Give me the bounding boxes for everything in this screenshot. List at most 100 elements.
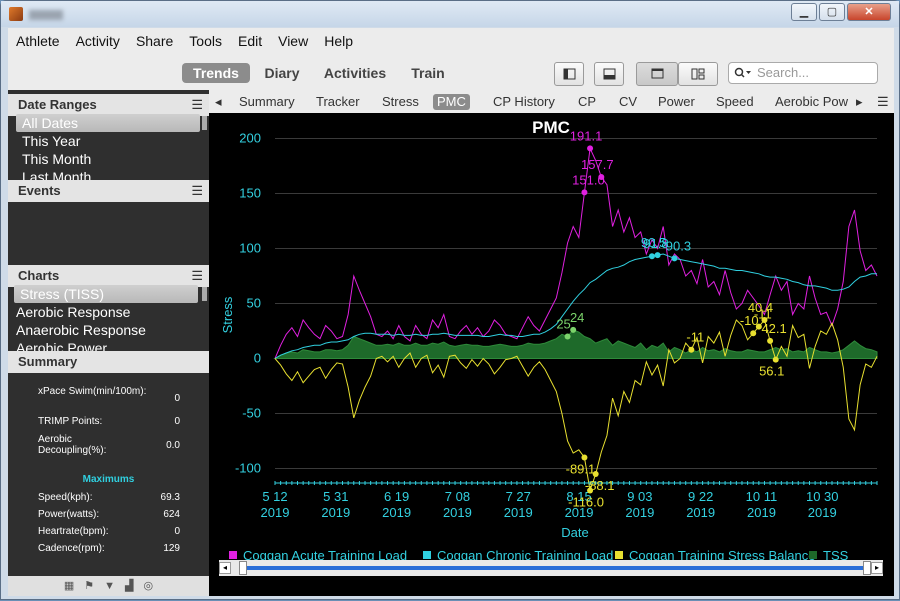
summary-value: 0 [174,393,180,404]
activities-button[interactable]: Activities [320,63,390,83]
data-point-marker [592,471,599,477]
tab-cp-history[interactable]: CP History [493,94,555,110]
filter-icon[interactable]: ▼ [104,576,115,596]
x-tick-year: 2019 [443,505,472,520]
max-value: 69.3 [160,492,180,503]
date-range-this-month[interactable]: This Month [16,150,200,168]
summary-header: Summary [8,351,209,373]
toggle-bottom-panel-button[interactable] [594,62,624,86]
y-tick-label: -50 [242,406,261,421]
chart-item-anaerobic-response[interactable]: Anaerobic Response [10,321,194,339]
tab-view-button[interactable] [636,62,678,86]
max-value: 129 [163,543,180,554]
events-header: Events ☰ [8,180,209,202]
data-point-marker [564,333,571,340]
app-window: ▁ ▢ ✕ Athlete Activity Share Tools Edit … [0,0,900,600]
max-value: 0 [174,526,180,537]
y-tick-label: 0 [254,351,261,366]
x-tick-year: 2019 [747,505,776,520]
train-button[interactable]: Train [406,63,450,83]
charts-scrollbar[interactable] [202,287,207,301]
charts-menu-icon[interactable]: ☰ [191,265,203,287]
data-point-marker [767,337,774,344]
x-tick-year: 2019 [321,505,350,520]
close-button[interactable]: ✕ [847,3,891,21]
x-tick-year: 2019 [504,505,533,520]
x-tick-label: 7 08 [445,489,470,504]
date-ranges-scrollbar[interactable] [202,116,207,130]
data-point-label: -116.0 [568,495,604,510]
maximize-button[interactable]: ▢ [819,3,845,21]
x-tick-label: 5 31 [323,489,348,504]
scroll-handle-end[interactable] [863,561,871,575]
data-point-marker [671,255,678,262]
events-menu-icon[interactable]: ☰ [191,180,203,202]
tab-summary[interactable]: Summary [239,94,295,110]
data-point-marker [581,454,588,461]
menu-athlete[interactable]: Athlete [16,33,60,49]
pmc-chart-area: PMC Stress Date 200 150 100 50 0 -50 -100 5 12 2… [209,113,894,596]
summary-row-trimp: TRIMP Points: 0 [38,416,188,427]
diary-button[interactable]: Diary [260,63,304,83]
legend-swatch [423,551,431,559]
tabs-scroll-right-icon[interactable]: ▸ [856,94,863,110]
toggle-sidebar-button[interactable] [554,62,584,86]
max-label: Cadence(rpm): [38,543,105,554]
date-range-all-dates[interactable]: All Dates [16,114,200,132]
date-range-this-year[interactable]: This Year [16,132,200,150]
date-range-last-month[interactable]: Last Month [16,168,200,180]
bottom-panel-icon [603,68,616,80]
menu-activity[interactable]: Activity [76,33,120,49]
bookmark-icon[interactable]: ⚑ [84,576,94,596]
menu-help[interactable]: Help [324,33,353,49]
tab-aerobic-power[interactable]: Aerobic Pow [775,94,851,110]
tab-pmc[interactable]: PMC [433,94,470,110]
tab-cv[interactable]: CV [619,94,637,110]
x-tick-label: 10 11 [746,489,778,504]
client-area: Athlete Activity Share Tools Edit View H… [8,28,894,596]
calendar-icon[interactable]: ▦ [64,576,74,596]
charts-header: Charts ☰ [8,265,209,287]
chart-item-aerobic-response[interactable]: Aerobic Response [10,303,194,321]
scroll-right-icon[interactable]: ▸ [871,562,883,574]
menu-share[interactable]: Share [136,33,173,49]
menu-edit[interactable]: Edit [238,33,262,49]
data-point-marker [587,145,594,152]
menu-view[interactable]: View [278,33,308,49]
data-point-marker [587,487,594,494]
date-ranges-menu-icon[interactable]: ☰ [191,94,203,116]
summary-value: 0.0 [166,440,180,451]
tabs-scroll-left-icon[interactable]: ◂ [215,94,222,110]
menu-tools[interactable]: Tools [189,33,222,49]
data-point-marker [570,326,577,333]
scroll-left-icon[interactable]: ◂ [219,562,231,574]
chart-item-aerobic-power[interactable]: Aerobic Power [10,339,194,351]
chart-icon[interactable]: ▟ [125,576,133,596]
y-tick-label: 50 [247,296,261,311]
data-point-label: 42.1 [761,321,786,336]
max-label: Power(watts): [38,509,100,520]
chart-item-stress[interactable]: Stress (TISS) [14,285,198,303]
tab-stress[interactable]: Stress [382,94,419,110]
gauge-icon[interactable]: ◎ [144,576,154,596]
scroll-track[interactable] [243,566,869,570]
title-bar: ▁ ▢ ✕ [1,1,899,27]
tab-power[interactable]: Power [658,94,695,110]
tab-cp[interactable]: CP [578,94,596,110]
sidebar: Date Ranges ☰ All Dates This Year This Mo… [8,90,209,596]
tab-speed[interactable]: Speed [716,94,754,110]
minimize-button[interactable]: ▁ [791,3,817,21]
pmc-chart[interactable]: PMC Stress Date 200150100500-50-1005 122… [209,113,894,596]
date-range-scrollbar[interactable]: ◂ ▸ [219,560,883,576]
data-point-marker [750,330,757,337]
scroll-handle-start[interactable] [239,561,247,575]
tab-tracker[interactable]: Tracker [316,94,360,110]
tabs-menu-icon[interactable]: ☰ [877,94,889,110]
maximums-title: Maximums [82,474,135,485]
tile-view-button[interactable] [678,62,718,86]
trends-button[interactable]: Trends [182,63,250,83]
summary-row-xpace: xPace Swim(min/100m): [38,386,158,397]
x-tick-label: 10 30 [806,489,839,504]
data-point-label: 40.4 [748,300,773,315]
x-tick-year: 2019 [625,505,654,520]
